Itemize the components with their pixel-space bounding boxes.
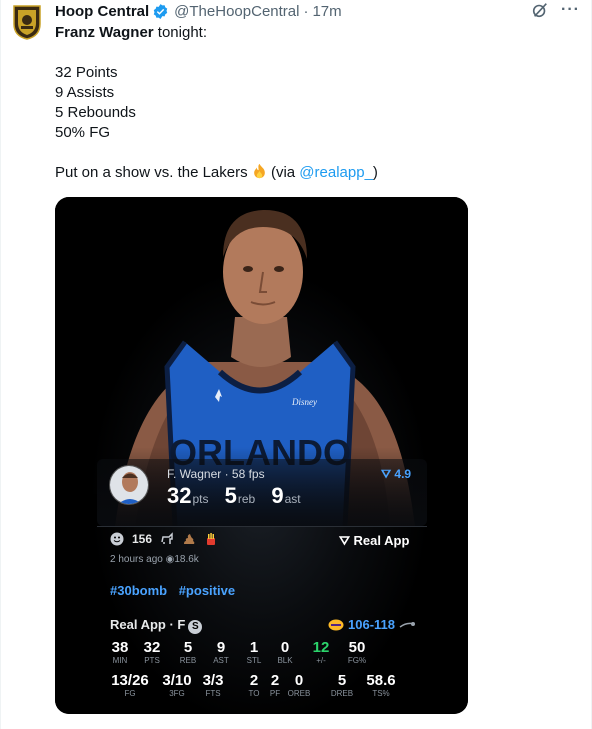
box-stat-label: FG%	[347, 656, 367, 665]
post-meta: 2 hours ago ◉18.6k	[110, 554, 199, 565]
big-stat-points-unit: pts	[192, 492, 209, 506]
closing-via: (via	[266, 164, 300, 181]
fire-emoji-icon	[253, 163, 265, 179]
header-actions: ···	[531, 1, 580, 19]
fries-emoji-icon	[207, 533, 216, 545]
box-stat-label: +/-	[316, 656, 326, 665]
box-stat-value: 3/3	[202, 672, 224, 689]
stat-line-rebounds: 5 Rebounds	[55, 104, 136, 121]
rating-icon: ⛛	[381, 467, 395, 481]
verified-badge-icon	[153, 3, 168, 19]
reaction-count: 156	[132, 532, 153, 546]
poop-emoji-icon	[184, 534, 195, 544]
stat-line-points: 32 Points	[55, 64, 118, 81]
box-stat-value: 58.6	[366, 672, 396, 689]
goat-emoji-icon	[161, 532, 173, 544]
big-stat-rebounds-unit: reb	[237, 492, 256, 506]
grok-icon[interactable]	[531, 1, 549, 19]
box-stat-oreb: 0 OREB	[279, 673, 319, 699]
hashtag-30bomb[interactable]: #30bomb	[110, 583, 167, 598]
box-stat-label: PTS	[144, 656, 160, 665]
game-score[interactable]: 106-118	[328, 617, 415, 632]
real-app-icon: ⛛	[339, 533, 354, 548]
lakers-logo-icon	[328, 619, 344, 630]
posted-time: 2 hours ago	[110, 554, 163, 565]
media-card[interactable]: ORLANDO Disney F. Wagn	[55, 197, 468, 714]
author-name[interactable]: Hoop Central	[55, 3, 149, 20]
smile-emoji-icon	[110, 532, 124, 546]
frame-border-left	[0, 0, 1, 729]
player-label: F. Wagner · 58 fps	[167, 467, 265, 481]
hashtag-row: #30bomb #positive	[110, 583, 243, 598]
box-stat-label: FG	[124, 689, 136, 698]
more-options-icon[interactable]: ···	[561, 2, 580, 18]
score-value: 106-118	[348, 617, 395, 632]
stat-line-assists: 9 Assists	[55, 84, 115, 101]
box-stat-label: OREB	[287, 689, 311, 698]
player-rating[interactable]: ⛛ 4.9	[381, 467, 411, 482]
player-mention: Franz Wagner	[55, 24, 154, 41]
box-stat-value: 5	[337, 672, 347, 689]
box-stat-fg: 13/26 FG	[110, 673, 150, 699]
author-avatar[interactable]	[12, 4, 42, 40]
magic-logo-icon	[399, 621, 415, 628]
stat-source-label: Real App · F	[110, 617, 186, 632]
header-separator: ·	[303, 2, 309, 20]
box-stat-label: FTS	[205, 689, 221, 698]
box-stat-value: 0	[294, 672, 304, 689]
box-stat-value: 13/26	[111, 672, 149, 689]
box-stat-value: 3/10	[162, 672, 192, 689]
box-stat-fts: 3/3 FTS	[193, 673, 233, 699]
box-stat-label: BLK	[277, 656, 293, 665]
author-handle[interactable]: @TheHoopCentral	[174, 3, 299, 20]
game-score-row: Real App · FS 106-118	[110, 617, 415, 634]
tweet-timestamp[interactable]: 17m	[312, 3, 341, 20]
box-stat-value: 0	[280, 639, 290, 656]
box-stat-fg-: 50 FG%	[337, 640, 377, 666]
closing-text: Put on a show vs. the Lakers	[55, 164, 252, 181]
svg-text:Disney: Disney	[291, 397, 317, 407]
real-app-button[interactable]: ⛛ Real App	[339, 533, 409, 549]
big-stat-rebounds: 5	[224, 483, 237, 508]
reactions-row[interactable]: 156	[110, 532, 218, 546]
box-stat-label: DREB	[330, 689, 354, 698]
box-stat-value: 32	[143, 639, 161, 656]
box-stat-blk: 0 BLK	[265, 640, 305, 666]
big-stat-line: 32pts 5reb 9ast	[167, 483, 311, 509]
rating-value: 4.9	[394, 467, 412, 481]
big-stat-points: 32	[167, 483, 192, 508]
real-app-label: Real App	[353, 533, 410, 548]
hashtag-positive[interactable]: #positive	[179, 583, 235, 598]
stat-source-badge: S	[188, 620, 203, 634]
closing-suffix: )	[372, 164, 378, 181]
tweet-body: Franz Wagner tonight: 32 Points 9 Assist…	[55, 23, 378, 183]
stat-source: Real App · FS	[110, 617, 203, 634]
box-stat-value: 12	[312, 639, 330, 656]
view-count: 18.6k	[174, 554, 199, 565]
box-stat-value: 50	[348, 639, 366, 656]
box-stat-dreb: 5 DREB	[322, 673, 362, 699]
tweet-header: Hoop Central @TheHoopCentral · 17m ···	[55, 1, 580, 21]
box-stat----: 12 +/-	[301, 640, 341, 666]
realapp-mention-link[interactable]: @realapp_	[299, 164, 373, 181]
card-divider	[97, 526, 427, 527]
big-stat-assists-unit: ast	[284, 492, 301, 506]
box-stat-label: TS%	[372, 689, 390, 698]
box-stat-label: 3FG	[169, 689, 185, 698]
big-stat-assists: 9	[271, 483, 284, 508]
stat-line-fg: 50% FG	[55, 124, 111, 141]
box-stat-pts: 32 PTS	[132, 640, 172, 666]
box-stat-3fg: 3/10 3FG	[157, 673, 197, 699]
box-stat-ts-: 58.6 TS%	[361, 673, 401, 699]
tweet-line1: tonight:	[153, 24, 207, 41]
player-mini-avatar	[109, 465, 149, 505]
